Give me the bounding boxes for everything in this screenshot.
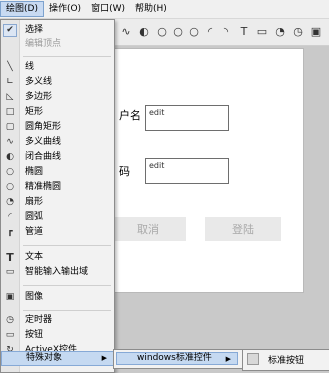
polyline-icon: ∟: [6, 77, 14, 87]
menu-item-image[interactable]: ▣ 图像: [1, 291, 114, 304]
ellipse-icon: ○: [6, 167, 14, 177]
draw-menu-dropdown: ✔ 选择 编辑顶点 ╲ 线 ∟ 多义线 ◺ 多边形 □ 矩形 ▢ 圆角矩形 ∿ …: [0, 19, 115, 373]
spiral-tool-icon[interactable]: ◐: [136, 23, 152, 39]
button-icon: [247, 353, 259, 365]
polygon-icon: ◺: [6, 92, 14, 102]
curve-tool-icon[interactable]: ∿: [118, 23, 134, 39]
password-edit[interactable]: edit: [145, 158, 229, 184]
circle-tool-icon[interactable]: ○: [154, 23, 170, 39]
menu-separator: [23, 245, 111, 246]
circle-icon: ○: [6, 182, 14, 192]
menu-item-text[interactable]: T 文本: [1, 251, 114, 264]
menu-bar: 绘图(D) 操作(O) 窗口(W) 帮助(H): [0, 0, 329, 19]
menu-item-ellipse[interactable]: ○ 椭圆: [1, 166, 114, 179]
menu-item-sector[interactable]: ◔ 扇形: [1, 196, 114, 209]
cancel-button[interactable]: 取消: [110, 217, 186, 241]
username-label: 户名: [119, 109, 141, 122]
arc-icon: ◜: [8, 212, 12, 222]
rectangle-icon: □: [5, 107, 15, 117]
arc2-tool-icon[interactable]: ◝: [218, 23, 234, 39]
windows-controls-submenu: 标准按钮: [242, 349, 329, 371]
image-icon: ▣: [5, 292, 15, 302]
ellipse-tool-icon[interactable]: ○: [170, 23, 186, 39]
menu-item-precise-ellipse[interactable]: ○ 精准椭圆: [1, 181, 114, 194]
image-tool-icon[interactable]: ▣: [308, 23, 324, 39]
submenu-arrow-icon: ▶: [101, 354, 107, 362]
menu-item-windows-controls[interactable]: windows标准控件 ▶: [116, 352, 238, 365]
round-rect-icon: ▢: [5, 122, 15, 132]
timer-icon: ◷: [6, 315, 14, 325]
submenu-arrow-icon: ▶: [225, 355, 231, 363]
login-button[interactable]: 登陆: [205, 217, 281, 241]
menu-item-line[interactable]: ╲ 线: [1, 61, 114, 74]
clock-tool-icon[interactable]: ◷: [290, 23, 306, 39]
menu-item-poly-curve[interactable]: ∿ 多义曲线: [1, 136, 114, 149]
menu-operation[interactable]: 操作(O): [44, 1, 86, 17]
menu-item-timer[interactable]: ◷ 定时器: [1, 314, 114, 327]
sector-icon: ◔: [6, 197, 14, 207]
menu-item-button[interactable]: ▭ 按钮: [1, 329, 114, 342]
io-tool-icon[interactable]: ▭: [254, 23, 270, 39]
menu-window[interactable]: 窗口(W): [86, 1, 130, 17]
menu-item-select[interactable]: ✔ 选择: [1, 24, 114, 37]
text-icon: T: [6, 251, 14, 264]
line-icon: ╲: [7, 62, 13, 72]
menu-item-polygon[interactable]: ◺ 多边形: [1, 91, 114, 104]
stopwatch-tool-icon[interactable]: ◔: [272, 23, 288, 39]
curve-icon: ∿: [6, 137, 14, 147]
menu-item-arc[interactable]: ◜ 圆弧: [1, 211, 114, 224]
special-objects-submenu: windows标准控件 ▶: [113, 349, 243, 369]
menu-item-rect[interactable]: □ 矩形: [1, 106, 114, 119]
login-form: 户名 edit 码 edit 取消 登陆: [100, 48, 304, 293]
arc-tool-icon[interactable]: ◜: [202, 23, 218, 39]
menu-item-polyline[interactable]: ∟ 多义线: [1, 76, 114, 89]
menu-separator: [23, 285, 111, 286]
password-label: 码: [119, 165, 130, 178]
menu-item-pipe[interactable]: ┏ 管道: [1, 226, 114, 239]
io-field-icon: ▭: [5, 267, 15, 277]
menu-item-smart-io[interactable]: ▭ 智能输入输出域: [1, 266, 114, 279]
menu-draw[interactable]: 绘图(D): [0, 1, 44, 17]
username-edit[interactable]: edit: [145, 105, 229, 131]
spiral-icon: ◐: [6, 152, 14, 162]
menu-help[interactable]: 帮助(H): [130, 1, 172, 17]
menu-item-special[interactable]: 特殊对象 ▶: [1, 351, 114, 366]
text-tool-icon[interactable]: T: [236, 23, 252, 39]
menu-separator: [23, 310, 111, 311]
menu-item-standard-button[interactable]: 标准按钮: [268, 353, 304, 366]
pipe-icon: ┏: [7, 227, 13, 237]
menu-item-edit-vertex: 编辑顶点: [25, 39, 62, 49]
circle2-tool-icon[interactable]: ○: [186, 23, 202, 39]
menu-item-round-rect[interactable]: ▢ 圆角矩形: [1, 121, 114, 134]
checkmark-icon: ✔: [3, 24, 17, 37]
menu-separator: [23, 56, 111, 57]
menu-item-closed-curve[interactable]: ◐ 闭合曲线: [1, 151, 114, 164]
button-icon: ▭: [5, 330, 15, 340]
